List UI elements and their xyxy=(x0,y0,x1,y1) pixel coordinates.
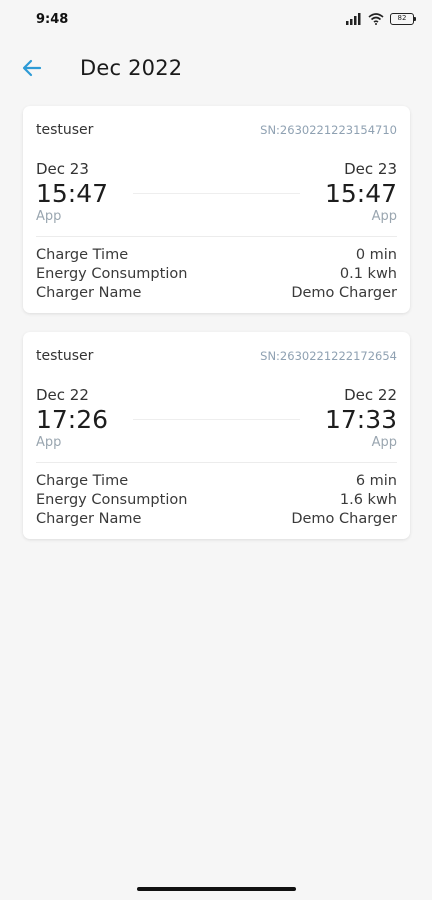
arrow-left-icon xyxy=(22,59,42,77)
detail-row-charger-name: Charger Name Demo Charger xyxy=(36,510,397,529)
end-time: 15:47 xyxy=(324,179,397,208)
end-source: App xyxy=(371,209,397,224)
end-block: Dec 23 15:47 App xyxy=(325,160,397,225)
battery-icon: 82 xyxy=(390,13,416,25)
battery-level: 82 xyxy=(397,14,407,22)
session-times: Dec 22 17:26 App Dec 22 17:33 App xyxy=(36,380,397,462)
status-time: 9:48 xyxy=(36,11,69,27)
start-block: Dec 22 17:26 App xyxy=(36,386,108,451)
details-list: Charge Time 0 min Energy Consumption 0.1… xyxy=(36,237,397,313)
detail-row-charge-time: Charge Time 0 min xyxy=(36,246,397,265)
details-list: Charge Time 6 min Energy Consumption 1.6… xyxy=(36,463,397,539)
card-header: testuser SN:2630221222172654 xyxy=(36,332,397,380)
card-header: testuser SN:2630221223154710 xyxy=(36,106,397,154)
detail-row-charge-time: Charge Time 6 min xyxy=(36,472,397,491)
user-name: testuser xyxy=(36,348,94,364)
status-bar: 9:48 82 xyxy=(0,0,432,38)
user-name: testuser xyxy=(36,122,94,138)
detail-value: Demo Charger xyxy=(291,511,397,527)
detail-value: Demo Charger xyxy=(291,285,397,301)
end-date: Dec 22 xyxy=(344,386,397,404)
detail-label: Energy Consumption xyxy=(36,266,188,282)
wifi-icon xyxy=(368,13,384,25)
header: Dec 2022 xyxy=(0,44,432,92)
charge-record-card[interactable]: testuser SN:2630221223154710 Dec 23 15:4… xyxy=(23,106,410,313)
end-block: Dec 22 17:33 App xyxy=(325,386,397,451)
detail-row-energy: Energy Consumption 0.1 kwh xyxy=(36,265,397,284)
start-time: 17:26 xyxy=(36,405,109,434)
start-source: App xyxy=(36,209,62,224)
detail-label: Charger Name xyxy=(36,285,142,301)
serial-number: SN:2630221223154710 xyxy=(260,123,397,137)
start-date: Dec 22 xyxy=(36,386,89,404)
session-times: Dec 23 15:47 App Dec 23 15:47 App xyxy=(36,154,397,236)
start-source: App xyxy=(36,435,62,450)
start-time: 15:47 xyxy=(36,179,109,208)
detail-value: 0.1 kwh xyxy=(339,266,397,282)
home-indicator[interactable] xyxy=(137,887,296,891)
detail-value: 1.6 kwh xyxy=(339,492,397,508)
end-date: Dec 23 xyxy=(344,160,397,178)
detail-row-energy: Energy Consumption 1.6 kwh xyxy=(36,491,397,510)
time-connector-line xyxy=(133,193,300,194)
start-date: Dec 23 xyxy=(36,160,89,178)
page-title: Dec 2022 xyxy=(80,56,183,80)
end-source: App xyxy=(371,435,397,450)
detail-label: Charge Time xyxy=(36,473,129,489)
signal-icon xyxy=(346,13,361,25)
detail-label: Energy Consumption xyxy=(36,492,188,508)
charge-record-card[interactable]: testuser SN:2630221222172654 Dec 22 17:2… xyxy=(23,332,410,539)
end-time: 17:33 xyxy=(324,405,397,434)
detail-value: 6 min xyxy=(355,473,397,489)
detail-row-charger-name: Charger Name Demo Charger xyxy=(36,284,397,303)
serial-number: SN:2630221222172654 xyxy=(260,349,397,363)
time-connector-line xyxy=(133,419,300,420)
status-icons: 82 xyxy=(346,13,416,25)
detail-label: Charge Time xyxy=(36,247,129,263)
detail-value: 0 min xyxy=(355,247,397,263)
start-block: Dec 23 15:47 App xyxy=(36,160,108,225)
detail-label: Charger Name xyxy=(36,511,142,527)
back-button[interactable] xyxy=(12,48,52,88)
